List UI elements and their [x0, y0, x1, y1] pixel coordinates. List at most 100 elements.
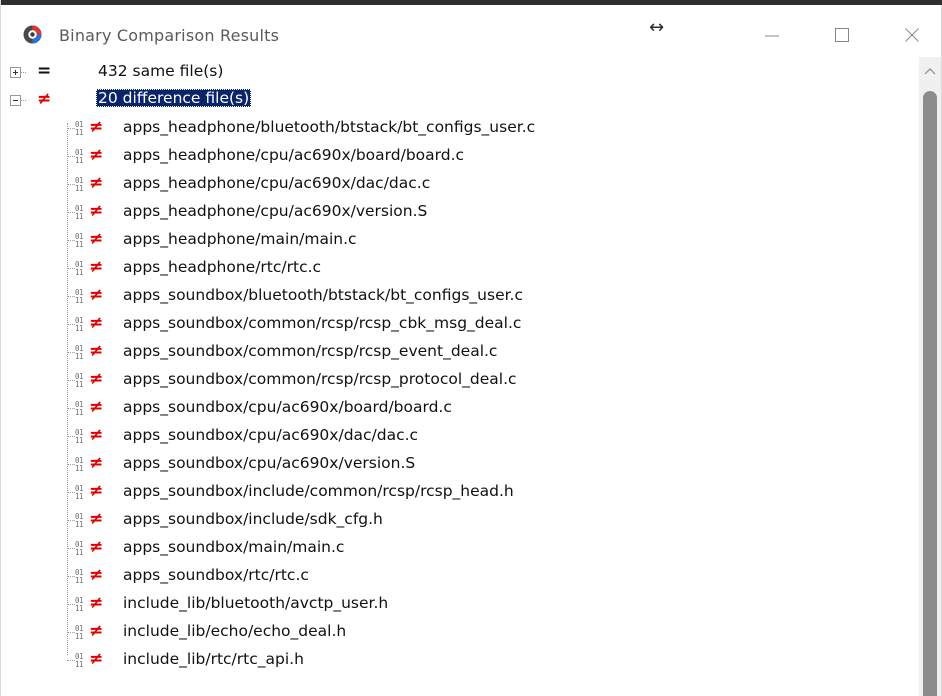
not-equal-status-icon: ≠ — [89, 257, 104, 277]
tree-connector — [21, 72, 26, 73]
binary-file-icon: 01 11 — [75, 624, 84, 641]
tree-connector — [67, 128, 75, 129]
scroll-up-button[interactable] — [919, 57, 941, 87]
binary-file-icon: 01 11 — [75, 120, 84, 137]
tree-connector — [67, 632, 75, 633]
not-equal-status-icon: ≠ — [89, 117, 104, 137]
not-equal-status-icon: ≠ — [89, 341, 104, 361]
diff-file-path[interactable]: apps_soundbox/rtc/rtc.c — [123, 566, 309, 584]
not-equal-status-icon: ≠ — [89, 481, 104, 501]
not-equal-status-icon: ≠ — [89, 509, 104, 529]
diff-file-row[interactable]: 01 11 ≠ include_lib/rtc/rtc_api.h — [1, 647, 919, 674]
expand-plus-icon[interactable] — [10, 67, 21, 78]
collapse-minus-icon[interactable] — [10, 95, 21, 106]
diff-file-row[interactable]: 01 11 ≠ apps_soundbox/common/rcsp/rcsp_cbk… — [1, 311, 919, 338]
tree-connector — [67, 296, 75, 297]
diff-file-path[interactable]: include_lib/bluetooth/avctp_user.h — [123, 594, 388, 612]
not-equal-status-icon: ≠ — [89, 173, 104, 193]
diff-file-row[interactable]: 01 11 ≠ apps_headphone/cpu/ac690x/board/bo… — [1, 143, 919, 170]
tree-connector — [67, 352, 75, 353]
diff-file-row[interactable]: 01 11 ≠ apps_headphone/main/main.c — [1, 227, 919, 254]
diff-file-path[interactable]: apps_soundbox/cpu/ac690x/version.S — [123, 454, 415, 472]
tree-connector — [67, 604, 75, 605]
binary-file-icon: 01 11 — [75, 484, 84, 501]
tree-group-same[interactable]: = 432 same file(s) — [1, 59, 919, 86]
diff-file-row[interactable]: 01 11 ≠ apps_soundbox/bluetooth/btstack/bt… — [1, 283, 919, 310]
binary-file-icon: 01 11 — [75, 428, 84, 445]
maximize-button[interactable] — [819, 15, 865, 55]
scroll-thumb[interactable] — [923, 91, 937, 696]
tree-connector — [67, 576, 75, 577]
diff-file-path[interactable]: apps_headphone/cpu/ac690x/dac/dac.c — [123, 174, 430, 192]
title-bar[interactable]: Binary Comparison Results ↔ — [1, 5, 941, 55]
diff-file-row[interactable]: 01 11 ≠ apps_soundbox/include/sdk_cfg.h — [1, 507, 919, 534]
not-equal-status-icon: ≠ — [89, 397, 104, 417]
not-equal-status-icon: ≠ — [89, 537, 104, 557]
window-title: Binary Comparison Results — [59, 26, 280, 45]
diff-file-path[interactable]: apps_soundbox/include/sdk_cfg.h — [123, 510, 383, 528]
diff-file-path[interactable]: apps_soundbox/main/main.c — [123, 538, 344, 556]
binary-file-icon: 01 11 — [75, 568, 84, 585]
close-button[interactable] — [889, 15, 935, 55]
diff-file-row[interactable]: 01 11 ≠ apps_soundbox/include/common/rcsp/… — [1, 479, 919, 506]
diff-file-path[interactable]: apps_soundbox/common/rcsp/rcsp_cbk_msg_d… — [123, 314, 521, 332]
diff-file-row[interactable]: 01 11 ≠ include_lib/bluetooth/avctp_user.h — [1, 591, 919, 618]
minimize-button[interactable] — [749, 15, 795, 55]
tree-connector — [67, 464, 75, 465]
diff-file-path[interactable]: apps_headphone/cpu/ac690x/board/board.c — [123, 146, 464, 164]
diff-file-row[interactable]: 01 11 ≠ apps_soundbox/rtc/rtc.c — [1, 563, 919, 590]
binary-file-icon: 01 11 — [75, 596, 84, 613]
binary-file-icon: 01 11 — [75, 456, 84, 473]
diff-file-path[interactable]: apps_headphone/cpu/ac690x/version.S — [123, 202, 427, 220]
binary-file-icon: 01 11 — [75, 316, 84, 333]
diff-file-row[interactable]: 01 11 ≠ apps_headphone/rtc/rtc.c — [1, 255, 919, 282]
binary-file-icon: 01 11 — [75, 344, 84, 361]
tree-connector — [67, 184, 75, 185]
not-equal-status-icon: ≠ — [89, 145, 104, 165]
diff-file-row[interactable]: 01 11 ≠ include_lib/echo/echo_deal.h — [1, 619, 919, 646]
minimize-icon — [765, 35, 779, 37]
tree-group-different[interactable]: ≠ 20 difference file(s) — [1, 87, 919, 114]
not-equal-status-icon: ≠ — [89, 593, 104, 613]
results-tree[interactable]: = 432 same file(s) ≠ 20 difference file(… — [1, 57, 919, 696]
group-label-different[interactable]: 20 difference file(s) — [96, 89, 252, 107]
diff-file-row[interactable]: 01 11 ≠ apps_soundbox/main/main.c — [1, 535, 919, 562]
diff-file-row[interactable]: 01 11 ≠ apps_soundbox/cpu/ac690x/dac/dac.c — [1, 423, 919, 450]
diff-file-path[interactable]: apps_headphone/main/main.c — [123, 230, 357, 248]
binary-file-icon: 01 11 — [75, 372, 84, 389]
diff-file-path[interactable]: include_lib/rtc/rtc_api.h — [123, 650, 304, 668]
diff-file-path[interactable]: apps_soundbox/cpu/ac690x/board/board.c — [123, 398, 452, 416]
tree-connector — [67, 156, 75, 157]
binary-file-icon: 01 11 — [75, 176, 84, 193]
not-equal-status-icon: ≠ — [89, 285, 104, 305]
tree-connector — [67, 324, 75, 325]
diff-file-row[interactable]: 01 11 ≠ apps_headphone/bluetooth/btstack/b… — [1, 115, 919, 142]
tree-connector — [67, 268, 75, 269]
vertical-scrollbar[interactable] — [919, 57, 941, 696]
tree-connector — [67, 212, 75, 213]
diff-file-path[interactable]: apps_soundbox/include/common/rcsp/rcsp_h… — [123, 482, 514, 500]
binary-file-icon: 01 11 — [75, 260, 84, 277]
binary-file-icon: 01 11 — [75, 204, 84, 221]
diff-file-path[interactable]: apps_soundbox/cpu/ac690x/dac/dac.c — [123, 426, 418, 444]
diff-file-path[interactable]: apps_headphone/bluetooth/btstack/bt_conf… — [123, 118, 535, 136]
tree-connector — [67, 436, 75, 437]
diff-file-row[interactable]: 01 11 ≠ apps_soundbox/common/rcsp/rcsp_pro… — [1, 367, 919, 394]
group-label-same[interactable]: 432 same file(s) — [98, 62, 223, 80]
diff-file-path[interactable]: apps_soundbox/bluetooth/btstack/bt_confi… — [123, 286, 523, 304]
diff-file-row[interactable]: 01 11 ≠ apps_headphone/cpu/ac690x/version.… — [1, 199, 919, 226]
tree-connector — [67, 408, 75, 409]
diff-file-path[interactable]: apps_soundbox/common/rcsp/rcsp_event_dea… — [123, 342, 497, 360]
diff-file-path[interactable]: include_lib/echo/echo_deal.h — [123, 622, 346, 640]
diff-file-row[interactable]: 01 11 ≠ apps_soundbox/cpu/ac690x/version.S — [1, 451, 919, 478]
binary-file-icon: 01 11 — [75, 540, 84, 557]
diff-file-row[interactable]: 01 11 ≠ apps_soundbox/cpu/ac690x/board/boa… — [1, 395, 919, 422]
not-equal-status-icon: ≠ — [89, 313, 104, 333]
not-equal-status-icon: ≠ — [37, 89, 52, 109]
diff-file-path[interactable]: apps_headphone/rtc/rtc.c — [123, 258, 321, 276]
diff-file-row[interactable]: 01 11 ≠ apps_headphone/cpu/ac690x/dac/dac.… — [1, 171, 919, 198]
comparison-results-window: Binary Comparison Results ↔ = 432 same f… — [0, 0, 942, 696]
diff-file-row[interactable]: 01 11 ≠ apps_soundbox/common/rcsp/rcsp_eve… — [1, 339, 919, 366]
tree-connector — [67, 520, 75, 521]
diff-file-path[interactable]: apps_soundbox/common/rcsp/rcsp_protocol_… — [123, 370, 517, 388]
